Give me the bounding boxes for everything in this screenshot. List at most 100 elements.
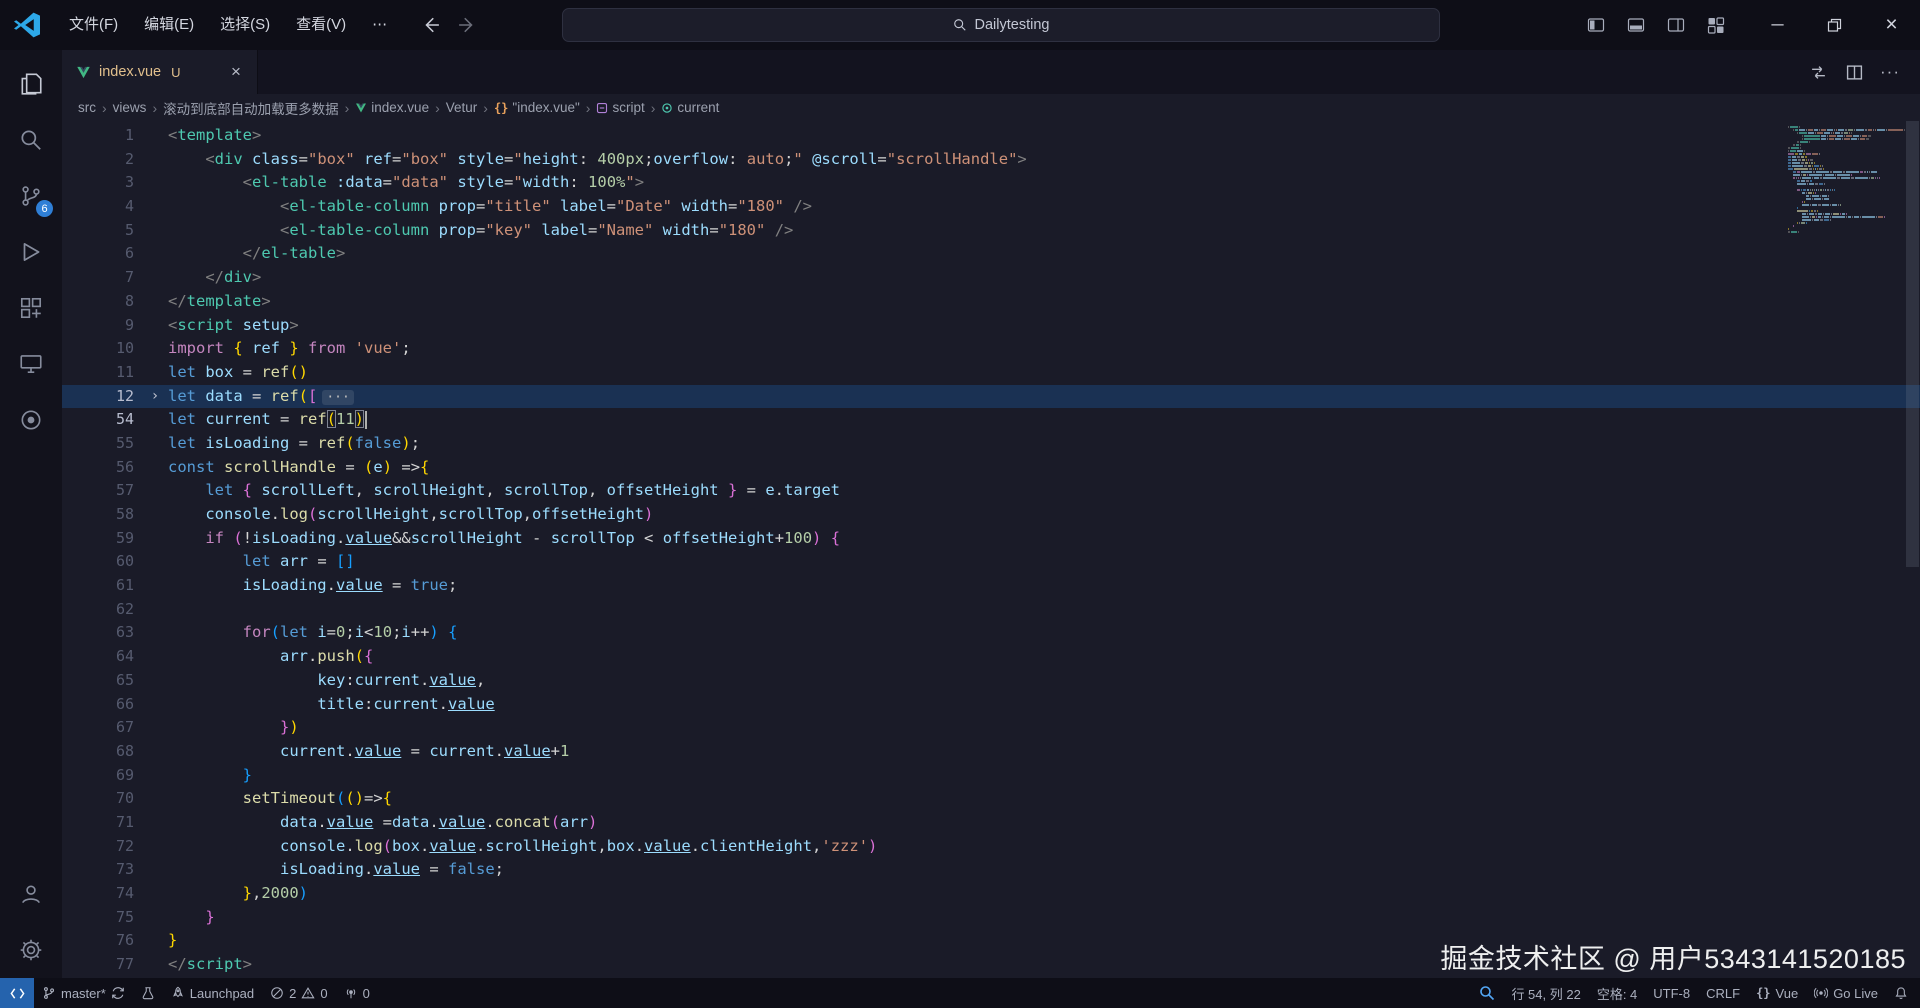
line-number[interactable]: 56 [62,456,142,480]
code-line[interactable]: 8</template> [62,290,1920,314]
line-number[interactable]: 65 [62,669,142,693]
editor[interactable]: 1<template>2 <div class="box" ref="box" … [62,121,1920,978]
line-number[interactable]: 73 [62,858,142,882]
line-number[interactable]: 70 [62,787,142,811]
line-number[interactable]: 67 [62,716,142,740]
code-line[interactable]: 11let box = ref() [62,361,1920,385]
line-number[interactable]: 7 [62,266,142,290]
customize-layout-icon[interactable] [1699,8,1733,42]
line-number[interactable]: 9 [62,314,142,338]
beaker-status[interactable] [133,978,163,1008]
line-number[interactable]: 55 [62,432,142,456]
explorer-icon[interactable] [0,56,62,112]
breadcrumb-folder[interactable]: 滚动到底部自动加载更多数据 [163,98,339,118]
line-number[interactable]: 76 [62,929,142,953]
code-line[interactable]: 64 arr.push({ [62,645,1920,669]
toggle-sidebar-icon[interactable] [1579,8,1613,42]
line-number[interactable]: 66 [62,693,142,717]
code-line[interactable]: 73 isLoading.value = false; [62,858,1920,882]
code-line[interactable]: 72 console.log(box.value.scrollHeight,bo… [62,835,1920,859]
problems-status[interactable]: 2 0 [262,978,335,1008]
code-line[interactable]: 65 key:current.value, [62,669,1920,693]
search-tool-status[interactable] [1471,978,1503,1008]
code-line[interactable]: 5 <el-table-column prop="key" label="Nam… [62,219,1920,243]
line-number[interactable]: 62 [62,598,142,622]
tab-close-icon[interactable]: × [225,61,247,83]
toggle-secondary-sidebar-icon[interactable] [1659,8,1693,42]
breadcrumb-vetur[interactable]: Vetur [446,100,478,115]
eol-status[interactable]: CRLF [1698,978,1748,1008]
minimap[interactable] [1788,126,1900,234]
toggle-panel-icon[interactable] [1619,8,1653,42]
git-branch-status[interactable]: master* [34,978,133,1008]
ports-status[interactable]: 0 [336,978,378,1008]
scrollbar-thumb[interactable] [1906,121,1919,567]
code-line[interactable]: 9<script setup> [62,314,1920,338]
source-control-icon[interactable]: 6 [0,168,62,224]
code-line[interactable]: 62 [62,598,1920,622]
nav-back-icon[interactable] [422,16,440,34]
account-icon[interactable] [0,866,62,922]
line-number[interactable]: 1 [62,124,142,148]
line-number[interactable]: 59 [62,527,142,551]
code-line[interactable]: 4 <el-table-column prop="title" label="D… [62,195,1920,219]
code-line[interactable]: 60 let arr = [] [62,550,1920,574]
line-number[interactable]: 12 [62,385,142,409]
split-editor-icon[interactable] [1838,56,1870,88]
line-number[interactable]: 64 [62,645,142,669]
line-number[interactable]: 5 [62,219,142,243]
menu-edit[interactable]: 编辑(E) [131,8,207,42]
line-number[interactable]: 72 [62,835,142,859]
code-line[interactable]: 3 <el-table :data="data" style="width: 1… [62,171,1920,195]
tab-index-vue[interactable]: index.vue U × [62,50,258,94]
code-line[interactable]: 66 title:current.value [62,693,1920,717]
menu-file[interactable]: 文件(F) [56,8,131,42]
code-line[interactable]: 58 console.log(scrollHeight,scrollTop,of… [62,503,1920,527]
line-number[interactable]: 69 [62,764,142,788]
code-line[interactable]: 54let current = ref(11) [62,408,1920,432]
editor-more-actions-icon[interactable]: ··· [1874,56,1906,88]
breadcrumb-script[interactable]: script [596,100,644,115]
breadcrumb-src[interactable]: src [78,100,96,115]
encoding-status[interactable]: UTF-8 [1645,978,1698,1008]
line-number[interactable]: 77 [62,953,142,977]
code-line[interactable]: 67 }) [62,716,1920,740]
line-number[interactable]: 63 [62,621,142,645]
run-debug-icon[interactable] [0,224,62,280]
menu-selection[interactable]: 选择(S) [207,8,283,42]
code-line[interactable]: 10import { ref } from 'vue'; [62,337,1920,361]
breadcrumb-current[interactable]: current [661,100,719,115]
line-number[interactable]: 61 [62,574,142,598]
code-line[interactable]: 70 setTimeout(()=>{ [62,787,1920,811]
line-number[interactable]: 3 [62,171,142,195]
menu-more[interactable]: ⋯ [359,8,400,42]
code-line[interactable]: 59 if (!isLoading.value&&scrollHeight - … [62,527,1920,551]
line-number[interactable]: 57 [62,479,142,503]
live-preview-icon[interactable] [0,392,62,448]
line-number[interactable]: 10 [62,337,142,361]
vertical-scrollbar[interactable] [1905,121,1920,978]
code-line[interactable]: 6 </el-table> [62,242,1920,266]
line-number[interactable]: 2 [62,148,142,172]
go-live-status[interactable]: Go Live [1806,978,1886,1008]
line-number[interactable]: 71 [62,811,142,835]
code-line[interactable]: 63 for(let i=0;i<10;i++) { [62,621,1920,645]
code-line[interactable]: 71 data.value =data.value.concat(arr) [62,811,1920,835]
code-line[interactable]: 12›let data = ref([··· [62,385,1920,409]
remote-indicator[interactable] [0,978,34,1008]
remote-explorer-icon[interactable] [0,336,62,392]
line-number[interactable]: 6 [62,242,142,266]
line-number[interactable]: 11 [62,361,142,385]
code-line[interactable]: 75 } [62,906,1920,930]
code-line[interactable]: 57 let { scrollLeft, scrollHeight, scrol… [62,479,1920,503]
indentation-status[interactable]: 空格: 4 [1589,978,1645,1008]
line-number[interactable]: 58 [62,503,142,527]
line-number[interactable]: 4 [62,195,142,219]
command-center-search[interactable]: Dailytesting [562,8,1440,42]
code-line[interactable]: 69 } [62,764,1920,788]
line-number[interactable]: 74 [62,882,142,906]
line-number[interactable]: 8 [62,290,142,314]
line-number[interactable]: 68 [62,740,142,764]
language-mode[interactable]: {} Vue [1748,978,1806,1008]
code-line[interactable]: 7 </div> [62,266,1920,290]
